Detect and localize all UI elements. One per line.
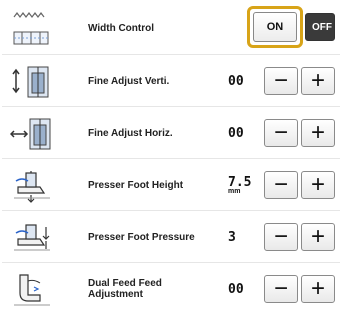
decrease-button[interactable]: − [264, 171, 298, 199]
row-dual-feed-adjustment: Dual Feed Feed Adjustment 00 − + [2, 262, 340, 315]
fine-adjust-horizontal-icon [10, 115, 54, 153]
decrease-button[interactable]: − [264, 119, 298, 147]
fine-adjust-vertical-icon [10, 63, 54, 101]
row-label: Fine Adjust Horiz. [88, 127, 173, 139]
row-label: Fine Adjust Verti. [88, 75, 170, 87]
width-control-icon [10, 10, 54, 48]
off-button[interactable]: OFF [305, 13, 335, 41]
value-display: 00 [228, 73, 244, 89]
on-button[interactable]: ON [253, 12, 297, 42]
increase-button[interactable]: + [301, 119, 335, 147]
row-label: Presser Foot Height [88, 179, 184, 191]
presser-foot-pressure-icon [10, 219, 54, 257]
row-width-control: Width Control OFF ON [2, 2, 340, 54]
row-presser-foot-height: Presser Foot Height 7.5 mm − + [2, 158, 340, 211]
presser-foot-height-icon [10, 167, 54, 205]
value-display: 7.5 mm [228, 159, 258, 211]
dual-feed-icon [10, 271, 54, 309]
value-display: 3 [228, 229, 236, 245]
decrease-button[interactable]: − [264, 275, 298, 303]
increase-button[interactable]: + [301, 275, 335, 303]
row-label: Dual Feed Feed Adjustment [88, 278, 162, 300]
value-unit: mm [228, 188, 241, 195]
increase-button[interactable]: + [301, 67, 335, 95]
row-fine-adjust-vertical: Fine Adjust Verti. 00 − + [2, 54, 340, 107]
decrease-button[interactable]: − [264, 67, 298, 95]
increase-button[interactable]: + [301, 171, 335, 199]
settings-panel: Width Control OFF ON Fine Adjust Verti. … [2, 2, 340, 318]
row-label: Width Control [88, 22, 155, 34]
decrease-button[interactable]: − [264, 223, 298, 251]
value-display: 00 [228, 281, 244, 297]
row-presser-foot-pressure: Presser Foot Pressure 3 − + [2, 210, 340, 263]
width-control-toggle: OFF ON [247, 6, 339, 50]
increase-button[interactable]: + [301, 223, 335, 251]
value-display: 00 [228, 125, 244, 141]
row-label: Presser Foot Pressure [88, 231, 195, 243]
row-fine-adjust-horizontal: Fine Adjust Horiz. 00 − + [2, 106, 340, 159]
